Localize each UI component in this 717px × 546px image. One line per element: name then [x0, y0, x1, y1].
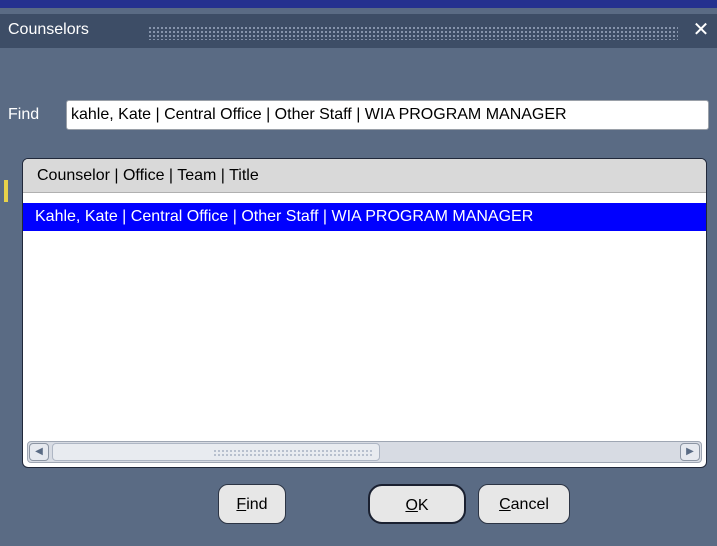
scroll-grip — [213, 449, 373, 457]
desktop-background — [0, 0, 717, 8]
horizontal-scrollbar[interactable]: ◀ ▶ — [27, 441, 702, 463]
focus-marker — [4, 180, 8, 202]
find-label: Find — [8, 106, 40, 123]
find-button[interactable]: Find — [218, 484, 286, 524]
arrow-right-icon[interactable]: ▶ — [680, 443, 700, 461]
list-item[interactable]: Kahle, Kate | Central Office | Other Sta… — [23, 203, 706, 231]
list-header: Counselor | Office | Team | Title — [23, 159, 706, 193]
counselors-dialog: Counselors ✕ Find Counselor | Office | T… — [0, 8, 717, 546]
window-title: Counselors — [8, 21, 89, 38]
arrow-left-icon[interactable]: ◀ — [29, 443, 49, 461]
list-header-label: Counselor | Office | Team | Title — [37, 167, 259, 184]
list-item-label: Kahle, Kate | Central Office | Other Sta… — [35, 208, 534, 225]
title-bar[interactable]: Counselors ✕ — [0, 14, 717, 48]
title-bar-grip — [148, 26, 678, 40]
counselor-list: Counselor | Office | Team | Title Kahle,… — [22, 158, 707, 468]
ok-button[interactable]: OK — [368, 484, 466, 524]
cancel-button[interactable]: Cancel — [478, 484, 570, 524]
find-input[interactable] — [66, 100, 709, 130]
close-icon[interactable]: ✕ — [689, 18, 713, 42]
scrollbar-thumb[interactable] — [52, 443, 380, 461]
